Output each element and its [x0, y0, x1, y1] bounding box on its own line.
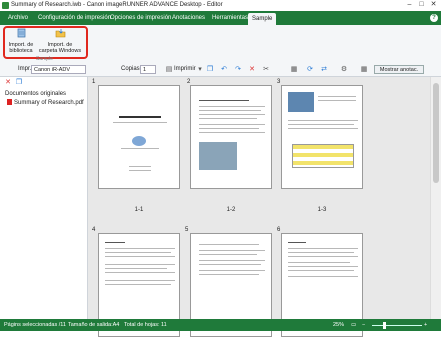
document-item[interactable]: Summary of Research.pdf [7, 99, 84, 106]
page-number: 3 [277, 79, 281, 85]
remove-document-icon[interactable]: ✕ [4, 79, 12, 87]
delete-icon[interactable]: ✕ [248, 66, 256, 74]
zoom-plus-icon[interactable]: + [424, 322, 427, 328]
print-menu-chevron-icon[interactable]: ▾ [196, 66, 204, 74]
page-number: 6 [277, 227, 281, 233]
undo-icon[interactable]: ↶ [220, 66, 228, 74]
ribbon-group-label: Sample [36, 56, 53, 62]
paste-icon[interactable]: ▦ [290, 66, 298, 74]
tab-opciones-impresion[interactable]: Opciones de impresión [106, 11, 175, 25]
import-library-label: Import. de biblioteca [8, 42, 34, 54]
copy-icon[interactable]: ❐ [206, 66, 214, 74]
vertical-scrollbar[interactable] [430, 77, 441, 319]
zoom-minus-icon[interactable]: − [362, 322, 365, 328]
original-documents-header: Documentos originales [5, 91, 67, 97]
window-title: Summary of Research.iwb - Canon imageRUN… [11, 2, 223, 8]
minimize-button[interactable]: – [405, 1, 414, 9]
cut-icon[interactable]: ✂ [262, 66, 270, 74]
photo-image [288, 92, 314, 112]
document-item-label: Summary of Research.pdf [14, 100, 84, 106]
printer-icon[interactable]: ▤ [165, 66, 173, 74]
page-thumbnail[interactable] [281, 85, 363, 189]
page-view: 1 1-1 2 1-2 3 1-3 4 5 6 [88, 77, 430, 337]
photo-image [199, 142, 237, 170]
copies-label: Copias [121, 66, 140, 72]
selected-pages-status: Págins seleccionadas /11 [4, 322, 66, 328]
status-bar: Págins seleccionadas /11 Tamaño de salid… [0, 319, 441, 331]
import-windows-folder-label: Import. de carpeta Windows [38, 42, 82, 54]
page-label: 1-1 [134, 207, 144, 213]
logo-image [132, 136, 146, 146]
zoom-slider-knob[interactable] [383, 322, 386, 329]
printer-select[interactable]: Canon iR-ADV [31, 65, 86, 74]
add-document-icon[interactable]: ❐ [15, 79, 23, 87]
tab-sample[interactable]: Sample [248, 13, 277, 25]
grid-icon[interactable]: ▦ [360, 66, 368, 74]
tab-anotaciones[interactable]: Anotaciones [168, 11, 209, 25]
page-thumbnail[interactable] [98, 85, 180, 189]
settings-icon[interactable]: ⚙ [340, 66, 348, 74]
import-library-button[interactable]: Import. de biblioteca [6, 28, 36, 54]
toolbar: Impr. Canon iR-ADV Copias 1 ▤ Imprimir ▾… [0, 64, 441, 77]
page-label: 1-3 [317, 207, 327, 213]
app-icon [2, 2, 9, 9]
split-icon[interactable]: ⇄ [320, 66, 328, 74]
zoom-out-icon[interactable]: ▭ [351, 322, 356, 328]
print-button[interactable]: Imprimir [174, 66, 196, 72]
pdf-icon [7, 99, 12, 105]
output-size-status: Tamaño de salida:A4 [68, 322, 120, 328]
zoom-slider[interactable] [372, 322, 422, 329]
help-icon[interactable]: ? [430, 14, 438, 22]
ribbon-tabs: Archivo Configuración de impresión Opcio… [0, 11, 441, 25]
tab-configuracion-impresion[interactable]: Configuración de impresión [34, 11, 115, 25]
page-thumbnail[interactable] [190, 85, 272, 189]
copies-input[interactable]: 1 [140, 65, 156, 74]
redo-icon[interactable]: ↷ [234, 66, 242, 74]
import-windows-folder-button[interactable]: Import. de carpeta Windows [38, 28, 82, 54]
page-number: 4 [92, 227, 96, 233]
rotate-icon[interactable]: ⟳ [306, 66, 314, 74]
tab-herramientas[interactable]: Herramientas [208, 11, 252, 25]
tab-archivo[interactable]: Archivo [4, 11, 32, 25]
folder-import-icon [55, 29, 65, 38]
printer-label: Impr. [18, 66, 32, 72]
page-number: 1 [92, 79, 96, 85]
library-import-icon [17, 28, 25, 38]
ribbon-panel: Import. de biblioteca Import. de carpeta… [0, 25, 441, 65]
navigator-pane: ✕ ❐ Documentos originales Summary of Res… [1, 77, 88, 319]
page-number: 5 [185, 227, 189, 233]
table-image [292, 144, 354, 168]
page-label: 1-2 [226, 207, 236, 213]
maximize-button[interactable]: □ [417, 1, 426, 9]
scrollbar-thumb[interactable] [433, 83, 439, 183]
show-annotations-button[interactable]: Mostrar anotac. [374, 65, 424, 74]
total-sheets-status: Total de hojas: 11 [124, 322, 167, 328]
zoom-level: 25% [333, 322, 345, 328]
close-button[interactable]: ✕ [429, 1, 438, 9]
